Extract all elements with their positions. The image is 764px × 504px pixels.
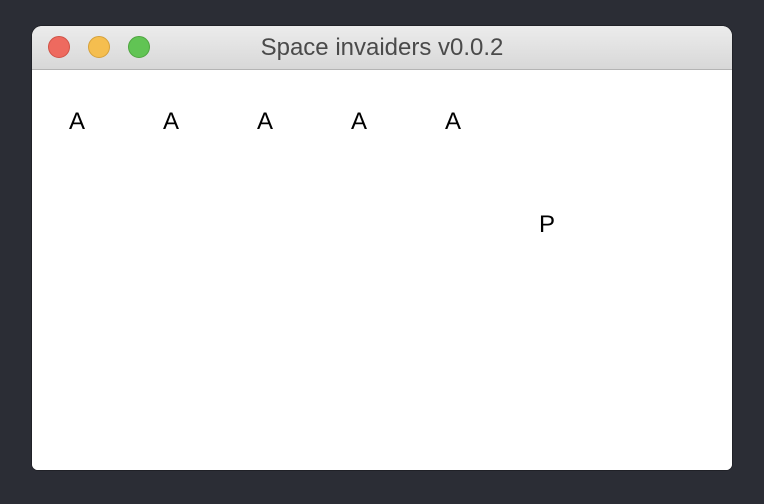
title-bar[interactable]: Space invaiders v0.0.2 bbox=[32, 26, 732, 70]
alien-sprite: A bbox=[163, 108, 180, 135]
window-title: Space invaiders v0.0.2 bbox=[260, 34, 504, 61]
alien-sprite: A bbox=[351, 108, 368, 135]
alien-sprite: A bbox=[445, 108, 462, 135]
game-canvas[interactable]: A A A A A P bbox=[32, 70, 732, 470]
game-window: Space invaiders v0.0.2 A A A A A P bbox=[32, 26, 732, 470]
player-sprite: P bbox=[539, 211, 556, 238]
alien-sprite: A bbox=[69, 108, 86, 135]
alien-sprite: A bbox=[257, 108, 274, 135]
